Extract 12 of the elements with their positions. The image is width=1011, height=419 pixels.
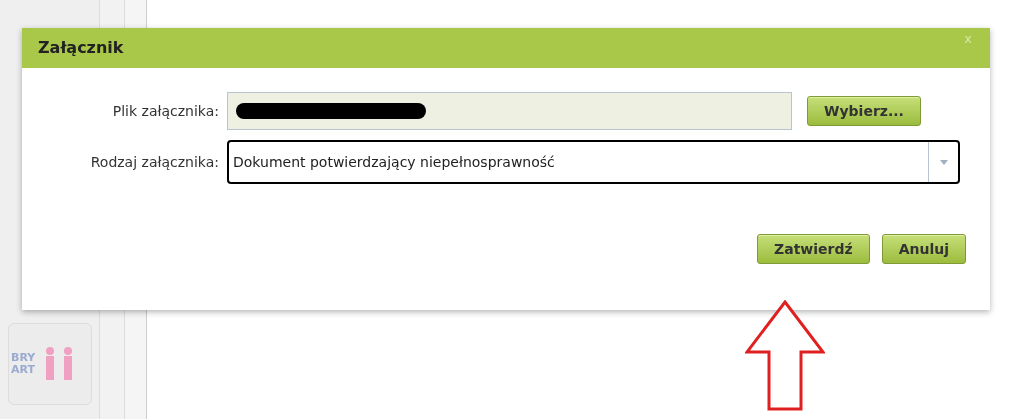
logo-text: ART: [11, 364, 36, 377]
field-label: Plik załącznika:: [111, 101, 220, 121]
file-field[interactable]: [227, 92, 792, 130]
dialog-button[interactable]: Zatwierdź: [757, 234, 870, 264]
logo-text: BRY: [11, 351, 36, 364]
dialog-button[interactable]: Anuluj: [881, 234, 966, 264]
field-label: Rodzaj załącznika:: [89, 152, 220, 172]
select-value: Dokument potwierdzający niepełnosprawność: [232, 152, 556, 172]
dialog-title: Załącznik: [38, 37, 124, 59]
caret-icon: [939, 159, 948, 165]
type-select[interactable]: Dokument potwierdzający niepełnosprawność: [227, 140, 960, 184]
dialog-button[interactable]: Wybierz...: [807, 96, 921, 126]
